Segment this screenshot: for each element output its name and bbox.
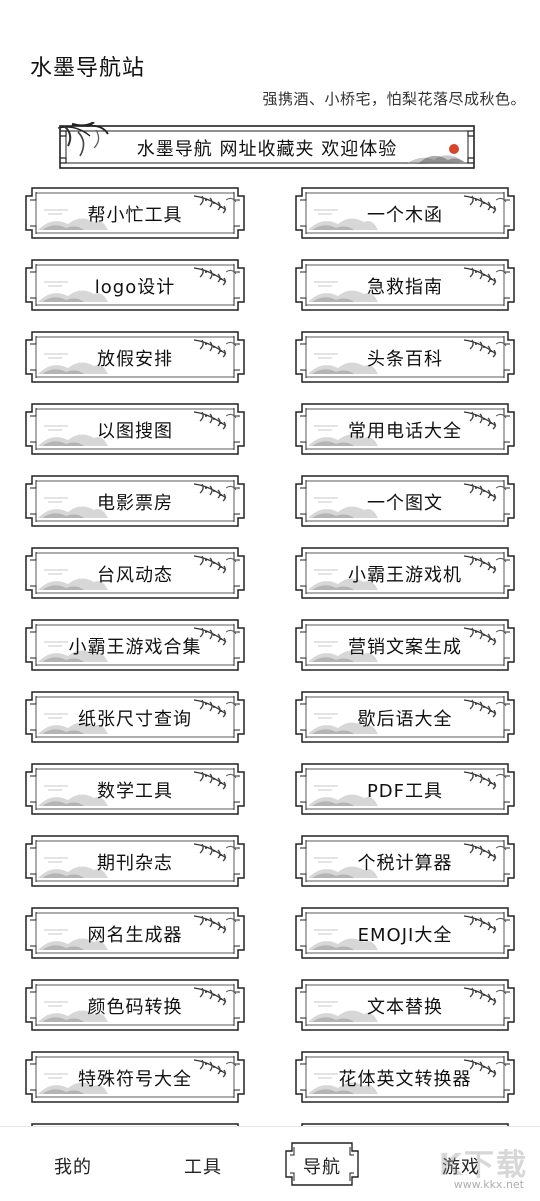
nav-card[interactable]: 帮小忙工具: [24, 186, 246, 240]
nav-card-label: 以图搜图: [97, 421, 173, 442]
nav-card-label: 小霸王游戏机: [348, 565, 462, 586]
nav-card[interactable]: 数学工具: [24, 762, 246, 816]
nav-card[interactable]: 一个木函: [294, 186, 516, 240]
nav-card[interactable]: EMOJI大全: [294, 906, 516, 960]
nav-card-label: EMOJI大全: [357, 925, 453, 946]
nav-card-label: 头条百科: [367, 349, 443, 370]
nav-card[interactable]: 小霸王游戏合集: [24, 618, 246, 672]
nav-card-label: 歇后语大全: [357, 709, 453, 730]
nav-card-label: 常用电话大全: [348, 421, 462, 442]
nav-card[interactable]: 营销文案生成: [294, 618, 516, 672]
nav-card-label: 期刊杂志: [97, 853, 173, 874]
nav-card-label: 急救指南: [367, 277, 443, 298]
nav-card-label: 网名生成器: [87, 925, 183, 946]
nav-card-label: PDF工具: [366, 781, 444, 802]
nav-card[interactable]: 台风动态: [24, 546, 246, 600]
nav-card[interactable]: 文本替换: [294, 978, 516, 1032]
nav-card-label: 数学工具: [97, 781, 173, 802]
nav-card-label: 台风动态: [97, 565, 173, 586]
nav-card-label: 花体英文转换器: [338, 1069, 472, 1090]
nav-card-label: 一个木函: [367, 205, 443, 226]
nav-tab-mine[interactable]: 我的: [54, 1153, 92, 1179]
nav-card-label: 小霸王游戏合集: [68, 637, 202, 658]
nav-card[interactable]: 常用电话大全: [294, 402, 516, 456]
nav-tab-navigation[interactable]: 导航: [303, 1153, 341, 1179]
app-title: 水墨导航站: [30, 56, 146, 81]
nav-tab-games[interactable]: 游戏: [442, 1153, 480, 1179]
nav-card[interactable]: 电影票房: [24, 474, 246, 528]
app-subtitle: 强携酒、小桥宅，怕梨花落尽成秋色。: [262, 90, 526, 108]
nav-card-label: 电影票房: [97, 493, 173, 514]
nav-card[interactable]: 网名生成器: [24, 906, 246, 960]
nav-card-label: 一个图文: [367, 493, 443, 514]
nav-card-label: 个税计算器: [357, 853, 453, 874]
nav-card[interactable]: 特殊符号大全: [24, 1050, 246, 1104]
nav-card-label: 特殊符号大全: [78, 1069, 192, 1090]
nav-card[interactable]: 颜色码转换: [24, 978, 246, 1032]
nav-tab-tools[interactable]: 工具: [184, 1153, 222, 1179]
nav-card[interactable]: 歇后语大全: [294, 690, 516, 744]
nav-card-label: 放假安排: [97, 349, 173, 370]
nav-card[interactable]: PDF工具: [294, 762, 516, 816]
nav-card[interactable]: 纸张尺寸查询: [24, 690, 246, 744]
banner-text: 水墨导航 网址收藏夹 欢迎体验: [136, 139, 398, 160]
welcome-banner: 水墨导航 网址收藏夹 欢迎体验: [56, 122, 478, 172]
bottom-nav: 我的 工具 导航 游戏: [0, 1126, 540, 1201]
nav-card[interactable]: 小霸王游戏机: [294, 546, 516, 600]
nav-card-label: 颜色码转换: [87, 997, 183, 1018]
nav-card[interactable]: 期刊杂志: [24, 834, 246, 888]
nav-card[interactable]: 花体英文转换器: [294, 1050, 516, 1104]
nav-card-label: logo设计: [94, 277, 176, 298]
nav-card[interactable]: 一个图文: [294, 474, 516, 528]
nav-card-label: 纸张尺寸查询: [78, 709, 192, 730]
nav-card[interactable]: 个税计算器: [294, 834, 516, 888]
nav-card[interactable]: 头条百科: [294, 330, 516, 384]
nav-card-label: 营销文案生成: [348, 637, 462, 658]
nav-card[interactable]: 放假安排: [24, 330, 246, 384]
nav-card[interactable]: 急救指南: [294, 258, 516, 312]
nav-card-label: 文本替换: [367, 997, 443, 1018]
nav-card-label: 帮小忙工具: [87, 205, 183, 226]
nav-card[interactable]: 以图搜图: [24, 402, 246, 456]
nav-card[interactable]: logo设计: [24, 258, 246, 312]
